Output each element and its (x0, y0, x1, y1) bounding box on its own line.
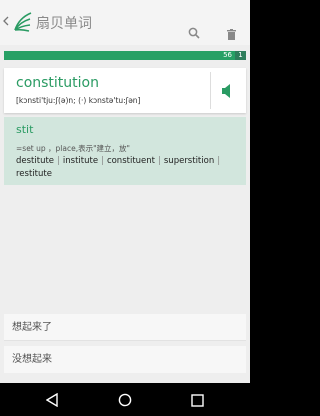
related-word[interactable]: destitute (16, 156, 54, 166)
progress-remaining: 1 (235, 51, 246, 60)
word-root-card: stit =set up ，place,表示"建立，放" destitute | i… (4, 117, 246, 185)
nav-back-icon[interactable] (45, 392, 58, 411)
system-nav-bar (0, 383, 250, 416)
review-progress-bar: 56 1 (4, 51, 246, 60)
word-card: constitution [kɔnsti'tju:ʃ(ə)n; (·) kɔns… (4, 68, 246, 113)
app-screen: 扇贝单词 56 1 constitution [kɔnsti'tju:ʃ(ə)n… (0, 0, 250, 416)
separator: | (101, 156, 104, 166)
nav-recents-icon[interactable] (191, 392, 204, 411)
search-icon[interactable] (188, 24, 200, 43)
separator: | (217, 156, 221, 166)
nav-home-icon[interactable] (118, 392, 132, 411)
related-word[interactable]: superstition (164, 156, 214, 166)
not-remembered-button[interactable]: 没想起来 (4, 346, 246, 373)
divider (210, 72, 211, 109)
separator: | (57, 156, 60, 166)
remembered-button[interactable]: 想起来了 (4, 314, 246, 341)
related-word[interactable]: constituent (107, 156, 155, 166)
root-text: stit (16, 123, 34, 136)
related-word[interactable]: institute (63, 156, 98, 166)
page-title: 扇贝单词 (36, 16, 92, 32)
progress-fill: 56 (4, 51, 235, 60)
phonetic-text: [kɔnsti'tju:ʃ(ə)n; (·) kɔnstə'tu:ʃən] (16, 96, 141, 105)
app-bar: 扇贝单词 (0, 0, 250, 45)
shanbay-leaf-logo[interactable] (11, 10, 33, 34)
related-word[interactable]: restitute (16, 169, 52, 179)
chevron-left-icon[interactable] (3, 15, 9, 29)
trash-icon[interactable] (227, 25, 236, 44)
speaker-icon[interactable] (218, 81, 238, 101)
related-words: destitute | institute | constituent | supersti… (16, 155, 242, 181)
separator: | (158, 156, 161, 166)
root-meaning: =set up ，place,表示"建立，放" (16, 144, 130, 153)
word-text: constitution (16, 75, 99, 91)
progress-count: 56 (223, 51, 232, 59)
